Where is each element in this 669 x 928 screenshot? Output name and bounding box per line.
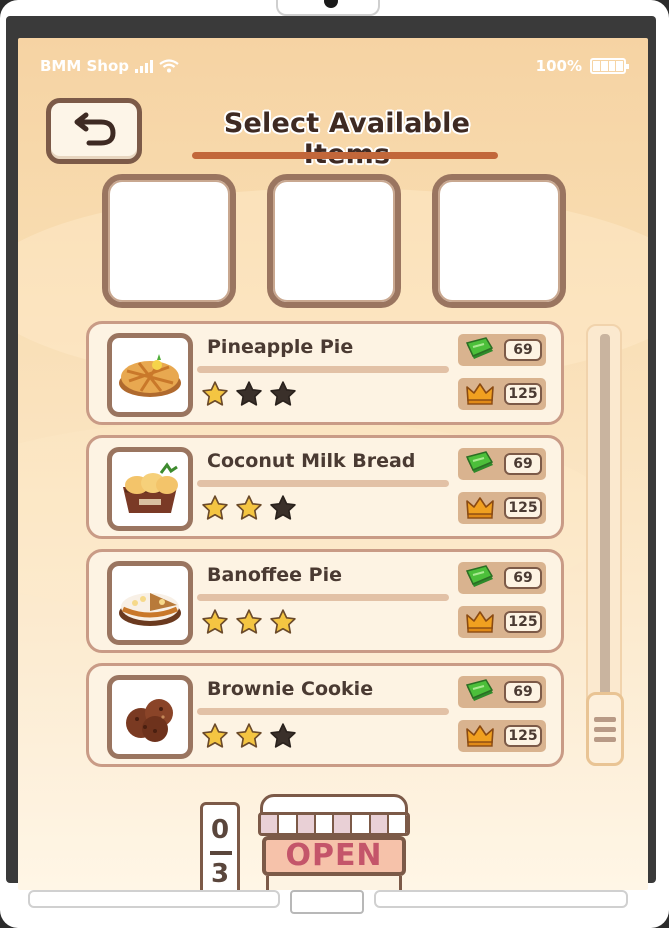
cash-icon — [464, 565, 496, 591]
crown-price: 125 — [458, 492, 546, 524]
screen-bezel: BMM Shop 100% Select Available Pineapple… — [6, 16, 656, 890]
star-empty-icon — [269, 722, 297, 754]
crown-value: 125 — [504, 725, 542, 747]
star-filled-icon — [235, 494, 263, 526]
item-progress-bar — [197, 594, 449, 601]
brownie-cookie-icon — [107, 675, 193, 759]
scrollbar-thumb[interactable] — [586, 692, 624, 766]
selected-slot-2[interactable] — [267, 174, 401, 308]
star-filled-icon — [269, 608, 297, 640]
crown-icon — [464, 495, 496, 521]
crown-icon — [464, 381, 496, 407]
selection-counter: 0 3 — [200, 802, 240, 890]
item-progress-bar — [197, 366, 449, 373]
signal-icon — [135, 59, 154, 73]
camera-notch — [276, 0, 380, 16]
cash-icon — [464, 679, 496, 705]
back-button[interactable] — [46, 98, 142, 164]
item-progress-bar — [197, 708, 449, 715]
counter-max: 3 — [210, 859, 230, 889]
crown-price: 125 — [458, 378, 546, 410]
status-bar: BMM Shop 100% — [40, 56, 629, 76]
camera-icon — [324, 0, 338, 8]
device-bottom-bar-right — [374, 890, 628, 908]
item-name: Brownie Cookie — [207, 678, 374, 700]
item-name: Pineapple Pie — [207, 336, 354, 358]
star-filled-icon — [201, 722, 229, 754]
battery-icon — [590, 58, 629, 74]
selected-slot-1[interactable] — [102, 174, 236, 308]
cash-value: 69 — [504, 681, 542, 703]
item-card[interactable]: Brownie Cookie 69 125 — [86, 663, 564, 767]
cash-price: 69 — [458, 676, 546, 708]
item-rating — [201, 608, 297, 640]
coconut-milk-bread-icon — [107, 447, 193, 531]
crown-price: 125 — [458, 606, 546, 638]
star-empty-icon — [269, 494, 297, 526]
open-label: OPEN — [262, 836, 406, 876]
selected-slot-3[interactable] — [432, 174, 566, 308]
star-filled-icon — [201, 494, 229, 526]
cash-icon — [464, 451, 496, 477]
crown-icon — [464, 723, 496, 749]
undo-arrow-icon — [74, 112, 116, 146]
cash-value: 69 — [504, 339, 542, 361]
cash-icon — [464, 337, 496, 363]
carrier-label: BMM Shop — [40, 57, 130, 75]
item-name: Coconut Milk Bread — [207, 450, 416, 472]
home-button[interactable] — [290, 890, 364, 914]
star-filled-icon — [235, 608, 263, 640]
title-underline — [192, 152, 498, 159]
counter-current: 0 — [210, 815, 230, 845]
cash-price: 69 — [458, 448, 546, 480]
tablet-frame: BMM Shop 100% Select Available Pineapple… — [0, 0, 669, 928]
star-filled-icon — [201, 380, 229, 412]
cash-value: 69 — [504, 453, 542, 475]
cash-value: 69 — [504, 567, 542, 589]
scrollbar[interactable] — [586, 324, 624, 766]
page-title: Select Available Items — [223, 108, 471, 170]
cash-price: 69 — [458, 334, 546, 366]
open-shop-button[interactable]: OPEN — [258, 794, 410, 890]
shop-awning — [258, 812, 410, 836]
crown-value: 125 — [504, 383, 542, 405]
shop-body — [266, 876, 402, 890]
cash-price: 69 — [458, 562, 546, 594]
banoffee-pie-icon — [107, 561, 193, 645]
pineapple-pie-icon — [107, 333, 193, 417]
crown-icon — [464, 609, 496, 635]
crown-price: 125 — [458, 720, 546, 752]
item-rating — [201, 380, 297, 412]
star-empty-icon — [235, 380, 263, 412]
star-filled-icon — [235, 722, 263, 754]
item-rating — [201, 494, 297, 526]
counter-divider — [210, 851, 232, 855]
crown-value: 125 — [504, 611, 542, 633]
device-bottom-bar-left — [28, 890, 280, 908]
item-progress-bar — [197, 480, 449, 487]
item-card[interactable]: Banoffee Pie 69 125 — [86, 549, 564, 653]
item-card[interactable]: Pineapple Pie 69 125 — [86, 321, 564, 425]
item-card[interactable]: Coconut Milk Bread 69 125 — [86, 435, 564, 539]
battery-percent: 100% — [535, 57, 582, 75]
star-filled-icon — [201, 608, 229, 640]
crown-value: 125 — [504, 497, 542, 519]
game-screen: BMM Shop 100% Select Available Pineapple… — [18, 38, 648, 890]
item-name: Banoffee Pie — [207, 564, 342, 586]
star-empty-icon — [269, 380, 297, 412]
wifi-icon — [159, 59, 179, 73]
item-rating — [201, 722, 297, 754]
